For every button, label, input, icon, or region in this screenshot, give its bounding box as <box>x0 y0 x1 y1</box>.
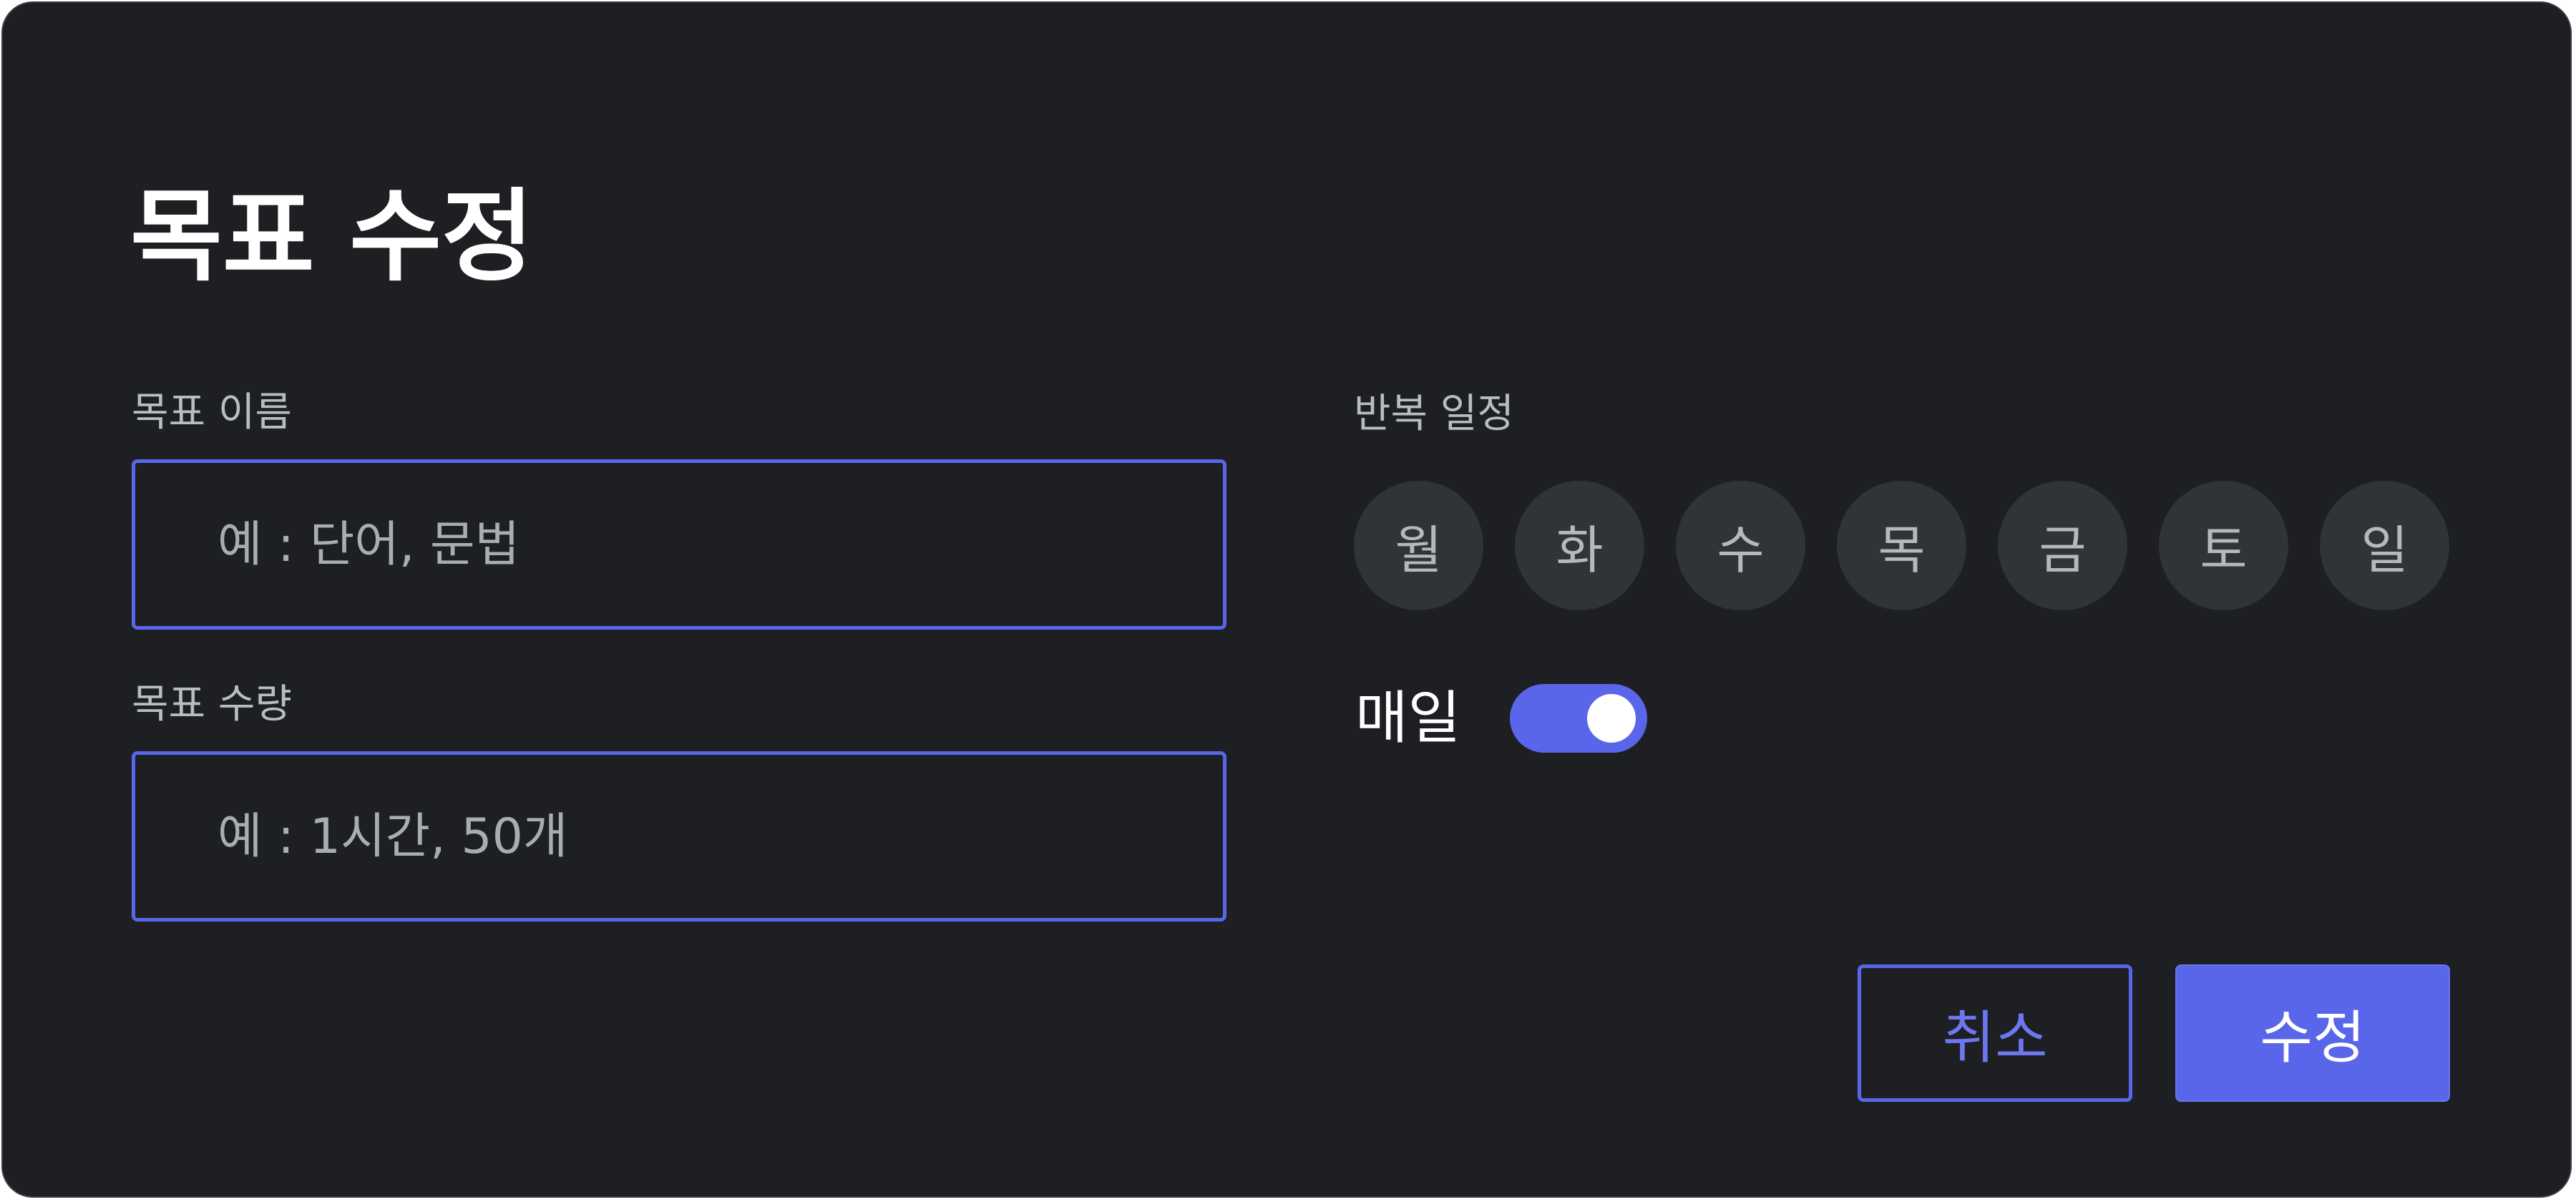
toggle-knob <box>1587 694 1636 743</box>
edit-goal-dialog: 목표 수정 목표 이름 목표 수량 반복 일정 월 화 수 목 금 토 일 매일… <box>1 1 2572 1198</box>
day-chip-mon[interactable]: 월 <box>1354 481 1483 610</box>
dialog-title: 목표 수정 <box>130 179 534 295</box>
schedule-label: 반복 일정 <box>1354 391 1514 437</box>
daily-toggle[interactable] <box>1510 684 1647 753</box>
cancel-button[interactable]: 취소 <box>1858 964 2132 1102</box>
goal-name-field[interactable] <box>132 459 1226 630</box>
day-chip-sun[interactable]: 일 <box>2320 481 2449 610</box>
goal-amount-label: 목표 수량 <box>132 681 292 728</box>
day-chip-wed[interactable]: 수 <box>1676 481 1805 610</box>
goal-amount-input[interactable] <box>135 755 1223 918</box>
goal-amount-field[interactable] <box>132 751 1226 922</box>
day-chip-thu[interactable]: 목 <box>1837 481 1966 610</box>
submit-button[interactable]: 수정 <box>2175 964 2450 1102</box>
day-chip-tue[interactable]: 화 <box>1515 481 1644 610</box>
goal-name-input[interactable] <box>135 463 1223 626</box>
day-chip-fri[interactable]: 금 <box>1998 481 2127 610</box>
goal-name-label: 목표 이름 <box>132 389 292 436</box>
weekday-selector: 월 화 수 목 금 토 일 <box>1354 481 2449 610</box>
daily-label: 매일 <box>1355 685 1461 751</box>
day-chip-sat[interactable]: 토 <box>2159 481 2288 610</box>
